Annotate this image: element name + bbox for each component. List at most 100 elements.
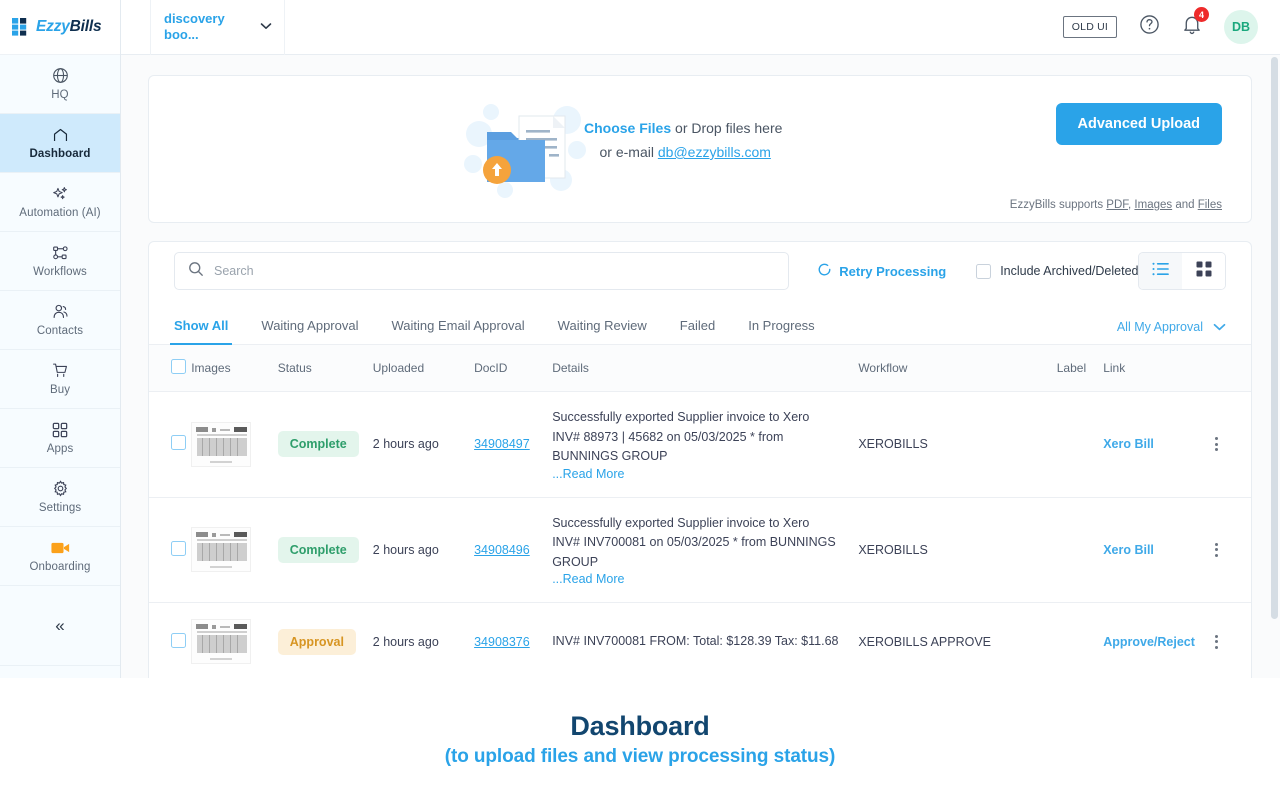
logo-ezzy-text: Ezzy (36, 18, 70, 35)
header-uploaded: Uploaded (372, 345, 475, 392)
row-checkbox[interactable] (171, 632, 186, 648)
scrollbar-thumb[interactable] (1271, 57, 1278, 619)
sidebar-item-apps[interactable]: Apps (0, 409, 120, 468)
row-thumbnail-cell (191, 497, 278, 603)
sidebar-item-label: Apps (46, 443, 74, 455)
document-thumbnail[interactable] (191, 527, 252, 573)
double-chevron-left-icon: « (55, 615, 65, 635)
row-status-cell: Complete (277, 391, 373, 498)
sidebar-item-dashboard[interactable]: Dashboard (0, 114, 120, 173)
row-menu-button[interactable] (1209, 437, 1225, 452)
destination-link[interactable]: Xero Bill (1103, 543, 1154, 557)
tab-failed[interactable]: Failed (680, 318, 715, 344)
docid-link[interactable]: 34908497 (474, 437, 530, 451)
supports-images-link[interactable]: Images (1134, 199, 1172, 211)
destination-link[interactable]: Approve/Reject (1103, 635, 1195, 649)
docid-link[interactable]: 34908376 (474, 635, 530, 649)
row-docid-cell: 34908497 (474, 391, 553, 498)
row-menu-button[interactable] (1209, 542, 1225, 557)
tab-waiting-approval[interactable]: Waiting Approval (261, 318, 358, 344)
company-selector[interactable]: discovery boo... (150, 0, 285, 55)
sidebar-item-automation-ai[interactable]: Automation (AI) (0, 173, 120, 232)
include-archived-toggle[interactable]: Include Archived/Deleted (976, 263, 1138, 279)
search-icon (188, 261, 204, 282)
sidebar-item-hq[interactable]: HQ (0, 55, 120, 114)
cart-icon (52, 362, 69, 379)
grid-view-button[interactable] (1182, 253, 1225, 289)
documents-table: Images Status Uploaded DocID Details Wor… (149, 345, 1251, 678)
row-uploaded-cell: 2 hours ago (372, 391, 475, 498)
avatar[interactable]: DB (1224, 10, 1258, 44)
documents-panel: Retry Processing Include Archived/Delete… (148, 241, 1252, 678)
select-all-header (149, 345, 192, 392)
row-label-cell (1056, 497, 1104, 603)
row-link-cell: Approve/Reject (1103, 602, 1209, 678)
help-button[interactable] (1139, 14, 1160, 40)
refresh-icon (817, 262, 832, 280)
row-menu-button[interactable] (1209, 634, 1225, 649)
sparkle-icon (52, 185, 69, 202)
table-header-row: Images Status Uploaded DocID Details Wor… (149, 345, 1251, 392)
header-docid: DocID (474, 345, 553, 392)
sidebar-item-settings[interactable]: Settings (0, 468, 120, 527)
retry-processing-button[interactable]: Retry Processing (817, 262, 946, 280)
read-more-link[interactable]: ...Read More (552, 467, 624, 481)
destination-link[interactable]: Xero Bill (1103, 437, 1154, 451)
document-thumbnail[interactable] (191, 421, 252, 467)
row-checkbox[interactable] (171, 435, 186, 451)
row-thumbnail-cell (191, 602, 278, 678)
content-scrollbar[interactable] (1270, 55, 1280, 678)
row-workflow-cell: XEROBILLS (858, 497, 1057, 603)
row-checkbox[interactable] (171, 540, 186, 556)
sidebar-collapse-button[interactable]: « (0, 586, 120, 666)
table-row[interactable]: Complete 2 hours ago 34908497 Successful… (149, 391, 1251, 498)
table-row[interactable]: Approval 2 hours ago 34908376 INV# INV70… (149, 602, 1251, 678)
row-label-cell (1056, 391, 1104, 498)
header-images: Images (191, 345, 278, 392)
status-badge: Complete (277, 536, 359, 563)
notification-badge: 4 (1194, 7, 1209, 22)
choose-files-link[interactable]: Choose Files (584, 120, 671, 136)
search-box[interactable] (174, 252, 790, 290)
upload-panel: Choose Files or Drop files here or e-mai… (148, 75, 1252, 223)
search-input[interactable] (214, 264, 776, 278)
tab-in-progress[interactable]: In Progress (748, 318, 814, 344)
supports-pdf-link[interactable]: PDF (1106, 199, 1128, 211)
header-link: Link (1103, 345, 1209, 392)
select-all-checkbox[interactable] (171, 359, 186, 374)
tab-waiting-review[interactable]: Waiting Review (558, 318, 647, 344)
row-uploaded-cell: 2 hours ago (372, 602, 475, 678)
advanced-upload-button[interactable]: Advanced Upload (1055, 103, 1222, 145)
sidebar-item-label: Onboarding (29, 561, 91, 573)
app-logo[interactable]: EzzyBills (0, 0, 120, 55)
header-workflow: Workflow (858, 345, 1057, 392)
read-more-link[interactable]: ...Read More (552, 572, 624, 586)
upload-email-link[interactable]: db@ezzybills.com (658, 144, 771, 160)
sidebar-item-onboarding[interactable]: Onboarding (0, 527, 120, 586)
logo-bills-text: Bills (69, 18, 102, 35)
document-thumbnail[interactable] (191, 619, 252, 664)
tab-show-all[interactable]: Show All (169, 318, 233, 345)
docid-link[interactable]: 34908496 (474, 543, 530, 557)
sidebar-item-buy[interactable]: Buy (0, 350, 120, 409)
row-details-cell: INV# INV700081 FROM: Total: $128.39 Tax:… (552, 602, 859, 678)
sidebar-item-contacts[interactable]: Contacts (0, 291, 120, 350)
row-details-cell: Successfully exported Supplier invoice t… (552, 497, 859, 603)
list-view-button[interactable] (1139, 253, 1183, 289)
workflow-name: XEROBILLS APPROVE (858, 634, 992, 649)
status-tabs: Show All Waiting Approval Waiting Email … (149, 300, 1251, 345)
apps-grid-icon (52, 421, 68, 438)
include-archived-checkbox[interactable] (976, 263, 992, 279)
table-row[interactable]: Complete 2 hours ago 34908496 Successful… (149, 497, 1251, 603)
row-uploaded-cell: 2 hours ago (372, 497, 475, 603)
sidebar-item-workflows[interactable]: Workflows (0, 232, 120, 291)
old-ui-button[interactable]: OLD UI (1062, 16, 1117, 38)
notifications-button[interactable]: 4 (1182, 7, 1209, 40)
details-text: Successfully exported Supplier invoice t… (552, 410, 810, 463)
view-toggle-group (1138, 252, 1226, 290)
search-toolbar: Retry Processing Include Archived/Delete… (149, 242, 1251, 300)
tab-waiting-email-approval[interactable]: Waiting Email Approval (391, 318, 524, 344)
approval-filter-dropdown[interactable]: All My Approval (1117, 320, 1226, 344)
sidebar-item-label: Dashboard (29, 148, 91, 160)
supports-files-link[interactable]: Files (1198, 199, 1222, 211)
